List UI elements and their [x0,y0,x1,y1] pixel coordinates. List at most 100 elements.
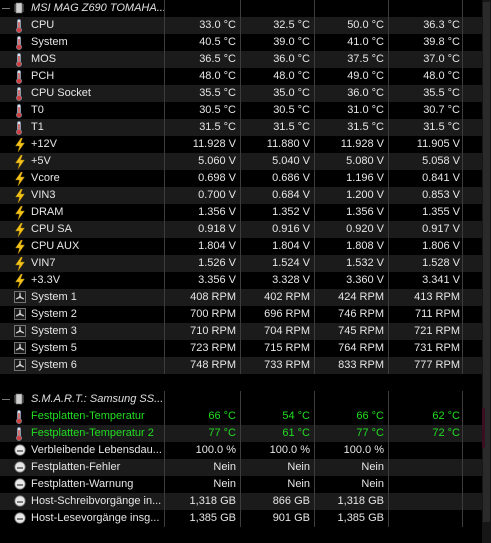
column-divider [388,153,389,170]
column-divider [240,136,241,153]
column-divider [462,391,463,408]
value-max: 31.0 °C [347,104,384,116]
column-divider [240,272,241,289]
value-avg: 1.528 V [422,257,460,269]
column-divider [388,391,389,408]
column-divider [314,357,315,374]
thermometer-icon [14,119,28,136]
sensor-row[interactable]: VIN7 1.526 V 1.524 V 1.532 V 1.528 V [0,255,482,272]
sensor-row[interactable]: PCH 48.0 °C 48.0 °C 49.0 °C 48.0 °C [0,68,482,85]
value-current: 11.928 V [192,138,236,150]
sensor-row[interactable]: System 40.5 °C 39.0 °C 41.0 °C 39.8 °C [0,34,482,51]
column-divider [462,289,463,306]
value-current: 100.0 % [195,444,236,456]
value-current: 5.060 V [198,155,236,167]
value-max: 1.808 V [346,240,384,252]
sensor-row[interactable]: MOS 36.5 °C 36.0 °C 37.5 °C 37.0 °C [0,51,482,68]
sensor-row[interactable]: Festplatten-Temperatur 2 77 °C 61 °C 77 °C 7… [0,425,482,442]
sensor-name: Festplatten-Warnung [31,478,134,490]
sensor-row[interactable]: T0 30.5 °C 30.5 °C 31.0 °C 30.7 °C [0,102,482,119]
sensor-row[interactable]: DRAM 1.356 V 1.352 V 1.356 V 1.355 V [0,204,482,221]
sensor-row[interactable]: Vcore 0.698 V 0.686 V 1.196 V 0.841 V [0,170,482,187]
value-avg: 1.355 V [422,206,460,218]
section-title: MSI MAG Z690 TOMAHA... [31,2,166,14]
value-min: 36.0 °C [273,53,310,65]
value-current: 748 RPM [190,359,236,371]
sensor-row[interactable]: Host-Schreibvorgänge in... 1,318 GB 866 GB… [0,493,482,510]
value-max: 36.0 °C [347,87,384,99]
value-max: Nein [361,478,384,490]
sensor-row[interactable]: System 3 710 RPM 704 RPM 745 RPM 721 RPM [0,323,482,340]
sensor-row[interactable]: Host-Lesevorgänge insg... 1,385 GB 901 GB 1… [0,510,482,527]
column-divider [314,476,315,493]
column-divider [314,425,315,442]
column-divider [388,510,389,527]
value-current: 77 °C [208,427,236,439]
sensor-row[interactable]: Festplatten-Temperatur 66 °C 54 °C 66 °C 62 … [0,408,482,425]
column-divider [240,34,241,51]
column-divider [240,51,241,68]
column-divider [462,510,463,527]
sensor-row[interactable]: +12V 11.928 V 11.880 V 11.928 V 11.905 V [0,136,482,153]
column-divider [240,102,241,119]
sensor-row[interactable]: System 1 408 RPM 402 RPM 424 RPM 413 RPM [0,289,482,306]
value-min: 0.916 V [272,223,310,235]
column-divider [314,408,315,425]
value-max: 1,318 GB [337,495,384,507]
column-divider [164,272,165,289]
value-max: 11.928 V [340,138,384,150]
column-divider [462,102,463,119]
column-divider [462,170,463,187]
column-divider [240,442,241,459]
section-header[interactable]: S.M.A.R.T.: Samsung SS... [0,391,482,408]
section-header[interactable]: MSI MAG Z690 TOMAHA... [0,0,482,17]
sensor-row[interactable]: Verbleibende Lebensdau... 100.0 % 100.0 % 1… [0,442,482,459]
sensor-name: CPU [31,19,55,31]
value-current: 3.356 V [198,274,236,286]
column-divider [388,85,389,102]
value-current: 30.5 °C [199,104,236,116]
sensor-row[interactable]: System 6 748 RPM 733 RPM 833 RPM 777 RPM [0,357,482,374]
sensor-row[interactable]: CPU AUX 1.804 V 1.804 V 1.808 V 1.806 V [0,238,482,255]
value-avg: 731 RPM [414,342,460,354]
value-max: 1.196 V [346,172,384,184]
value-min: 3.328 V [272,274,310,286]
sensor-row[interactable]: System 2 700 RPM 696 RPM 746 RPM 711 RPM [0,306,482,323]
value-current: 1.526 V [198,257,236,269]
column-divider [388,289,389,306]
sensor-row[interactable]: T1 31.5 °C 31.5 °C 31.5 °C 31.5 °C [0,119,482,136]
column-divider [240,425,241,442]
sensor-row[interactable]: +3.3V 3.356 V 3.328 V 3.360 V 3.341 V [0,272,482,289]
column-divider [388,442,389,459]
sensor-row[interactable]: Festplatten-Fehler Nein Nein Nein [0,459,482,476]
sensor-name: System 5 [31,342,77,354]
column-divider [388,272,389,289]
value-max: 3.360 V [346,274,384,286]
lightning-icon [14,238,28,255]
sensor-row[interactable]: CPU 33.0 °C 32.5 °C 50.0 °C 36.3 °C [0,17,482,34]
column-divider [240,510,241,527]
sensor-row[interactable]: CPU Socket 35.5 °C 35.0 °C 36.0 °C 35.5 °C [0,85,482,102]
sensor-name: System 6 [31,359,77,371]
column-divider [462,238,463,255]
column-divider [462,221,463,238]
column-divider [388,34,389,51]
column-divider [164,238,165,255]
sensor-row[interactable]: VIN3 0.700 V 0.684 V 1.200 V 0.853 V [0,187,482,204]
value-max: 1.532 V [346,257,384,269]
value-min: Nein [287,478,310,490]
column-divider [462,153,463,170]
sensor-row[interactable]: Festplatten-Warnung Nein Nein Nein [0,476,482,493]
value-avg: 31.5 °C [423,121,460,133]
value-min: 54 °C [282,410,310,422]
value-min: 0.686 V [272,172,310,184]
chip-icon [14,2,24,14]
sensor-row[interactable]: System 5 723 RPM 715 RPM 764 RPM 731 RPM [0,340,482,357]
column-divider [388,255,389,272]
column-divider [164,391,165,408]
column-divider [462,408,463,425]
sensor-row[interactable]: +5V 5.060 V 5.040 V 5.080 V 5.058 V [0,153,482,170]
sensor-row[interactable]: CPU SA 0.918 V 0.916 V 0.920 V 0.917 V [0,221,482,238]
column-divider [240,493,241,510]
thermometer-icon [14,34,28,51]
